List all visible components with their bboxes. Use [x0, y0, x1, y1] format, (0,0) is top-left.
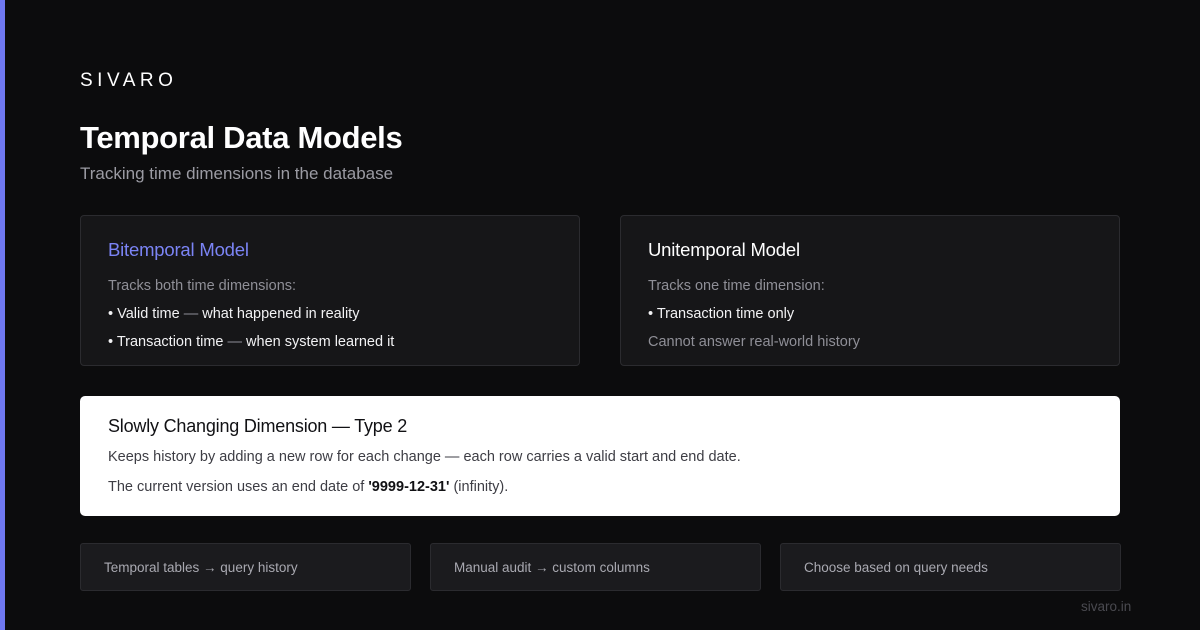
valid-time-dash: — — [183, 306, 199, 322]
transaction-time-label: • Transaction time — [108, 334, 224, 350]
scd-type2-card: Slowly Changing Dimension — Type 2 Keeps… — [80, 396, 1120, 516]
scd-title: Slowly Changing Dimension — Type 2 — [108, 416, 408, 436]
transaction-time-desc: when system learned it — [246, 334, 395, 350]
scd-current-version: The current version uses an end date of … — [108, 478, 508, 496]
bitemporal-intro: Tracks both time dimensions: — [108, 278, 297, 294]
unitemporal-card: Unitemporal Model Tracks one time dimens… — [620, 215, 1120, 366]
page-title: Temporal Data Models — [80, 120, 403, 155]
valid-time-label: • Valid time — [108, 306, 180, 322]
chip-manual-audit: Manual audit → custom columns — [430, 543, 761, 591]
page-subtitle: Tracking time dimensions in the database — [80, 164, 394, 183]
chip-label: Manual audit → custom columns — [454, 560, 650, 575]
chip-label: Temporal tables → query history — [104, 560, 298, 575]
bitemporal-transaction-time: • Transaction time — when system learned… — [108, 333, 394, 351]
unitemporal-card-title: Unitemporal Model — [648, 239, 800, 260]
scd-current-suffix: (infinity). — [453, 479, 509, 495]
unitemporal-intro: Tracks one time dimension: — [648, 278, 825, 294]
chip-temporal-tables: Temporal tables → query history — [80, 543, 411, 591]
transaction-time-dash: — — [227, 334, 243, 350]
bitemporal-valid-time: • Valid time — what happened in reality — [108, 305, 359, 323]
chip-choose: Choose based on query needs — [780, 543, 1121, 591]
brand-logo: SIVARO — [80, 70, 178, 91]
scd-description: Keeps history by adding a new row for ea… — [108, 449, 741, 465]
bitemporal-card-title: Bitemporal Model — [108, 239, 249, 260]
unitemporal-transaction-time: • Transaction time only — [648, 306, 795, 322]
accent-bar — [0, 0, 5, 630]
chip-label: Choose based on query needs — [804, 560, 988, 575]
scd-end-date-value: '9999-12-31' — [368, 479, 450, 495]
footer-url: sivaro.in — [1081, 599, 1132, 614]
scd-current-prefix: The current version uses an end date of — [108, 479, 365, 495]
unitemporal-limitation: Cannot answer real-world history — [648, 334, 860, 350]
valid-time-desc: what happened in reality — [202, 306, 360, 322]
bitemporal-card: Bitemporal Model Tracks both time dimens… — [80, 215, 580, 366]
